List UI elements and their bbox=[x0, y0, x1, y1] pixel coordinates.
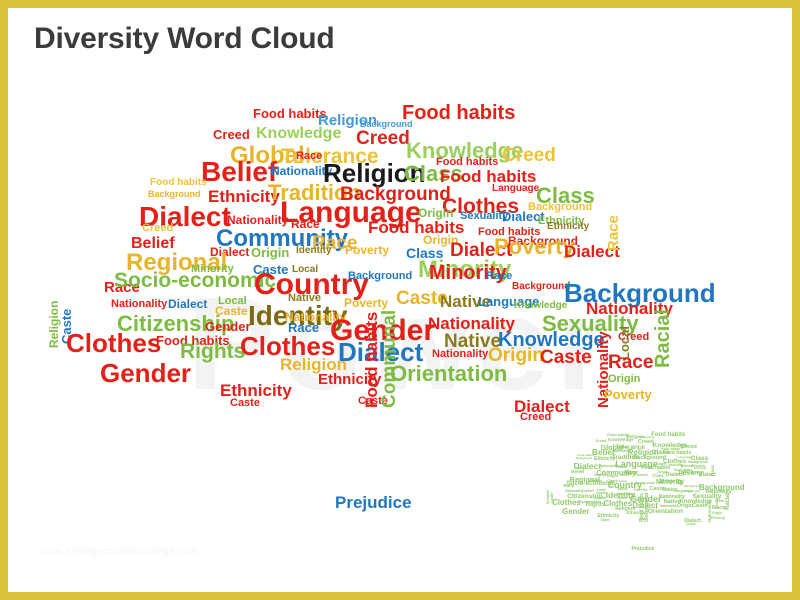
thumbnail-word: Food habits bbox=[651, 432, 686, 439]
cloud-word: Origin bbox=[608, 373, 641, 385]
cloud-word: Nationality bbox=[111, 298, 168, 310]
thumbnail-word: Identity bbox=[619, 473, 631, 478]
cloud-word: Identity bbox=[296, 245, 332, 256]
cloud-word: Race bbox=[605, 215, 622, 251]
thumbnail-word: Poverty bbox=[634, 472, 648, 477]
cloud-word: Belief bbox=[201, 156, 278, 187]
cloud-word: Racial bbox=[652, 309, 674, 368]
cloud-word: Communal bbox=[379, 309, 400, 408]
slide-canvas: Diversity Word Cloud Power Food habits Re… bbox=[8, 8, 792, 592]
cloud-word: Poverty bbox=[494, 234, 575, 259]
cloud-word: Race bbox=[486, 270, 513, 282]
cloud-word: Nationality bbox=[432, 348, 489, 360]
cloud-word: Socio-economic bbox=[114, 269, 277, 292]
cloud-word: Prejudice bbox=[335, 493, 412, 512]
cloud-word: Food habits bbox=[362, 311, 381, 408]
cloud-word: Knowledge bbox=[514, 300, 568, 311]
cloud-word: Orientation bbox=[390, 361, 508, 386]
thumbnail-word: Background bbox=[576, 456, 592, 460]
cloud-word: Clothes bbox=[66, 328, 162, 358]
cloud-word: Race bbox=[288, 320, 320, 335]
thumbnail-word: Prejudice bbox=[631, 546, 655, 553]
cloud-word: Ethnicity bbox=[547, 221, 590, 232]
cloud-word: Creed bbox=[213, 127, 250, 142]
cloud-word: Poverty bbox=[604, 387, 652, 402]
thumbnail-word: Caste bbox=[600, 518, 610, 523]
cloud-word: Background bbox=[512, 281, 571, 292]
cloud-word: Poverty bbox=[345, 243, 390, 257]
cloud-word: Gender bbox=[100, 358, 192, 388]
cloud-word: Caste bbox=[230, 397, 260, 409]
thumbnail-word: Racial bbox=[725, 492, 732, 511]
thumbnail-word: Creed bbox=[686, 522, 696, 527]
cloud-word: Background bbox=[148, 189, 201, 199]
thumbnail-word: Race bbox=[617, 495, 627, 501]
thumbnail-word: Gender bbox=[562, 506, 590, 516]
cloud-word: Dialect bbox=[168, 297, 208, 311]
site-watermark: www.heritagechristiancollege.com bbox=[41, 546, 197, 557]
cloud-word: Creed bbox=[520, 411, 552, 423]
cloud-word: Food habits bbox=[402, 102, 516, 124]
cloud-word: Background bbox=[348, 270, 413, 282]
thumbnail-word: Background bbox=[635, 480, 655, 485]
cloud-word: Knowledge bbox=[256, 125, 342, 142]
word-cloud-thumbnail: Food habits Religion Background Food habits… bbox=[546, 426, 785, 592]
cloud-word: Food habits bbox=[253, 106, 327, 121]
thumbnail-word: Caste bbox=[691, 503, 708, 510]
cloud-word: Food habits bbox=[150, 177, 207, 188]
cloud-word: Language bbox=[492, 183, 540, 194]
cloud-word: Race bbox=[296, 150, 323, 162]
thumbnail-word: Communal bbox=[643, 492, 650, 522]
cloud-word: Creed bbox=[142, 222, 174, 234]
cloud-word: Creed bbox=[502, 145, 556, 166]
cloud-word: Poverty bbox=[344, 296, 389, 310]
thumbnail-word: Food habits bbox=[576, 453, 594, 458]
thumbnail-word: Poverty bbox=[710, 515, 726, 521]
cloud-word: Caste bbox=[540, 347, 592, 368]
cloud-word: Race bbox=[608, 352, 654, 373]
thumbnail-word: Race bbox=[710, 464, 716, 476]
cloud-word: Origin bbox=[251, 245, 290, 260]
thumbnail-word: Orientation bbox=[647, 507, 683, 515]
thumbnail-word: Clothes bbox=[552, 497, 581, 507]
